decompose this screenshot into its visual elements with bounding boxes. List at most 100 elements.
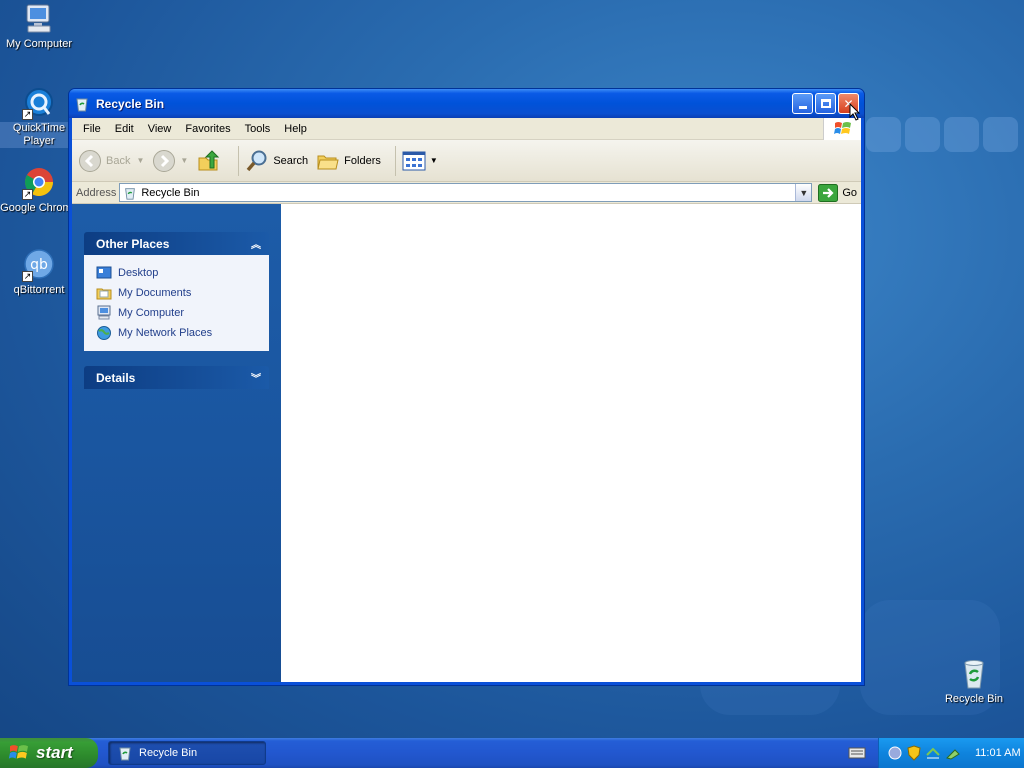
forward-button[interactable]: ▼	[152, 149, 188, 173]
other-places-header[interactable]: Other Places ︽	[84, 232, 269, 255]
menu-file[interactable]: File	[76, 123, 108, 135]
safely-remove-hardware-icon[interactable]	[945, 745, 961, 761]
views-icon	[402, 151, 426, 170]
back-label: Back	[106, 154, 131, 167]
forward-arrow-icon	[153, 149, 176, 172]
taskbar-item-recycle-bin[interactable]: Recycle Bin	[108, 741, 266, 765]
go-arrow-icon	[818, 183, 839, 202]
security-shield-icon[interactable]	[907, 745, 921, 761]
chevron-down-icon: ▼	[799, 187, 809, 198]
start-button[interactable]: start	[0, 738, 98, 768]
address-dropdown-button[interactable]: ▼	[795, 184, 812, 201]
minimize-button[interactable]	[792, 93, 813, 114]
back-button[interactable]: Back ▼	[78, 149, 144, 173]
back-arrow-icon	[79, 149, 101, 172]
folders-icon	[317, 155, 339, 169]
address-label: Address	[76, 186, 117, 199]
chevron-down-icon: ▼	[180, 156, 189, 165]
desktop-icon-label: Google Chrome	[0, 202, 78, 214]
place-link-label: My Network Places	[118, 327, 213, 339]
address-input[interactable]: Recycle Bin ▼	[119, 183, 813, 202]
desktop-icon-label: qBittorrent	[13, 284, 65, 296]
address-bar: Address Recycle Bin ▼ Go	[72, 182, 861, 204]
shortcut-arrow-icon: ↗	[22, 189, 33, 200]
up-folder-button[interactable]	[196, 149, 224, 173]
desktop-icon	[96, 266, 112, 279]
menu-favorites[interactable]: Favorites	[178, 123, 237, 135]
task-pane: Other Places ︽ Desktop My Documents My C…	[72, 204, 281, 682]
background-decoration	[905, 117, 940, 152]
other-places-panel: Other Places ︽ Desktop My Documents My C…	[84, 232, 269, 351]
explorer-window: Recycle Bin ✕ File Edit View Favorites T…	[68, 88, 865, 686]
toolbar-separator	[394, 145, 396, 176]
quicktime-icon: ↗	[22, 86, 56, 120]
address-value: Recycle Bin	[141, 186, 200, 199]
recycle-bin-icon	[76, 98, 88, 111]
keyboard-icon[interactable]	[848, 746, 866, 760]
other-places-title: Other Places	[96, 236, 170, 251]
desktop-icon-recycle-bin[interactable]: Recycle Bin	[935, 657, 1013, 706]
recycle-bin-icon	[957, 657, 991, 691]
windows-logo-icon	[8, 745, 28, 759]
details-title: Details	[96, 370, 136, 385]
network-connection-icon[interactable]	[887, 745, 903, 761]
network-activity-icon[interactable]	[925, 745, 941, 761]
details-header[interactable]: Details ︾	[84, 366, 269, 389]
up-folder-icon	[198, 149, 220, 170]
chevron-down-icon: ▼	[136, 156, 145, 165]
folders-button[interactable]: Folders	[316, 149, 381, 173]
title-bar[interactable]: Recycle Bin ✕	[69, 89, 864, 118]
chevron-down-icon: ▼	[429, 156, 438, 165]
documents-folder-icon	[96, 288, 112, 300]
background-decoration	[983, 117, 1018, 152]
collapse-chevron-icon: ︽	[251, 240, 261, 251]
search-button[interactable]: Search	[245, 149, 308, 173]
taskbar: start Recycle Bin 11:01 AM	[0, 738, 1024, 768]
desktop-icon-my-computer[interactable]: My Computer	[0, 2, 78, 51]
views-button[interactable]: ▼	[402, 151, 438, 171]
background-decoration	[944, 117, 979, 152]
go-button[interactable]: Go	[818, 183, 857, 202]
search-label: Search	[273, 154, 309, 167]
desktop-icon-google-chrome[interactable]: ↗ Google Chrome	[0, 166, 78, 215]
desktop-icon-label: Recycle Bin	[944, 693, 1004, 705]
shortcut-arrow-icon: ↗	[22, 109, 33, 120]
toolbar-separator	[238, 145, 240, 176]
chrome-icon: ↗	[22, 166, 56, 200]
place-link-label: My Computer	[118, 307, 185, 319]
place-link-desktop[interactable]: Desktop	[96, 263, 269, 283]
computer-icon	[97, 305, 111, 320]
place-link-my-network-places[interactable]: My Network Places	[96, 323, 269, 343]
other-places-body: Desktop My Documents My Computer My Netw…	[84, 255, 269, 351]
folders-label: Folders	[344, 154, 381, 167]
shortcut-arrow-icon: ↗	[22, 271, 33, 282]
background-decoration	[866, 117, 901, 152]
recycle-bin-icon	[119, 747, 131, 761]
desktop-icon-qbittorrent[interactable]: qb ↗ qBittorrent	[0, 248, 78, 297]
start-label: start	[36, 743, 73, 762]
menu-tools[interactable]: Tools	[238, 123, 278, 135]
place-link-my-computer[interactable]: My Computer	[96, 303, 269, 323]
file-list-area[interactable]	[281, 204, 861, 682]
windows-logo-icon	[823, 118, 861, 140]
menu-edit[interactable]: Edit	[108, 123, 141, 135]
place-link-my-documents[interactable]: My Documents	[96, 283, 269, 303]
mouse-pointer-icon	[849, 103, 861, 121]
place-link-label: My Documents	[118, 287, 192, 299]
place-link-label: Desktop	[118, 267, 159, 279]
details-panel: Details ︾	[84, 366, 269, 389]
minimize-icon	[798, 106, 807, 109]
maximize-button[interactable]	[815, 93, 836, 114]
computer-icon	[22, 2, 56, 36]
qbittorrent-icon: qb ↗	[22, 248, 56, 282]
desktop-icon-label: My Computer	[5, 38, 73, 50]
menu-view[interactable]: View	[141, 123, 179, 135]
maximize-icon	[820, 99, 831, 108]
clock[interactable]: 11:01 AM	[975, 747, 1021, 759]
window-title: Recycle Bin	[96, 96, 165, 111]
window-content: Other Places ︽ Desktop My Documents My C…	[72, 204, 861, 682]
menu-help[interactable]: Help	[277, 123, 314, 135]
desktop-icon-quicktime[interactable]: ↗ QuickTime Player	[0, 86, 78, 148]
expand-chevron-icon: ︾	[251, 374, 261, 385]
desktop-icon-label: QuickTime Player	[12, 122, 66, 147]
